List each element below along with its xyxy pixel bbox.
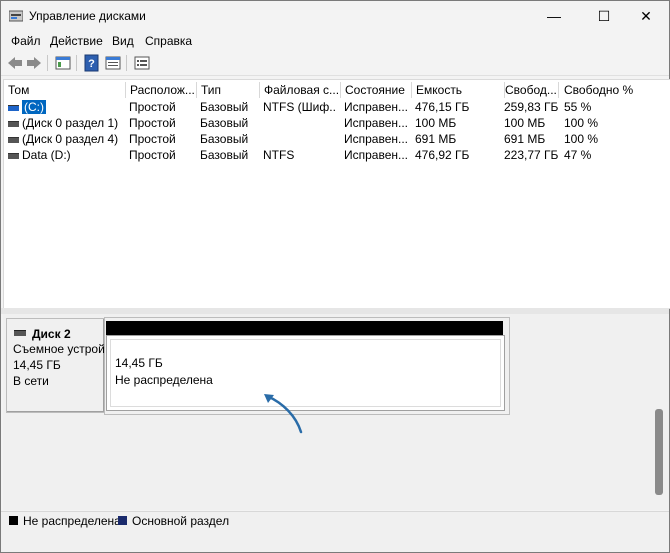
volume-icon bbox=[8, 105, 19, 111]
capacity-cell: 691 МБ bbox=[415, 132, 457, 146]
layout-cell: Простой bbox=[129, 116, 176, 130]
title-bar: Управление дисками — ☐ ✕ bbox=[1, 1, 669, 31]
volume-icon bbox=[8, 121, 19, 127]
toolbar-separator bbox=[76, 55, 77, 71]
disk-icon bbox=[14, 330, 26, 336]
disk-info-box[interactable]: Диск 2 Съемное устрой 14,45 ГБ В сети bbox=[6, 318, 105, 413]
type-cell: Базовый bbox=[200, 132, 249, 146]
capacity-cell: 476,92 ГБ bbox=[415, 148, 470, 162]
column-header-status[interactable]: Состояние bbox=[341, 82, 412, 98]
column-header-free-percent[interactable]: Свободно % bbox=[560, 82, 664, 98]
free-space-cell: 259,83 ГБ bbox=[504, 100, 559, 114]
unallocated-bar bbox=[106, 321, 503, 335]
disk-type: Съемное устрой bbox=[13, 342, 105, 356]
status-cell: Исправен... bbox=[344, 100, 409, 114]
free-percent-cell: 100 % bbox=[564, 132, 599, 146]
capacity-cell: 476,15 ГБ bbox=[415, 100, 470, 114]
disk-management-window: Управление дисками — ☐ ✕ Файл Действие В… bbox=[0, 0, 670, 553]
disk-graph-panel[interactable]: Диск 2 Съемное устрой 14,45 ГБ В сети 14… bbox=[3, 314, 669, 510]
column-header-layout[interactable]: Располож... bbox=[126, 82, 197, 98]
volume-name: (Диск 0 раздел 1) bbox=[22, 116, 119, 130]
free-space-cell: 691 МБ bbox=[504, 132, 546, 146]
capacity-cell: 100 МБ bbox=[415, 116, 457, 130]
legend-bar: Не распределена Основной раздел bbox=[1, 511, 669, 552]
vertical-scrollbar[interactable] bbox=[655, 409, 663, 495]
legend-swatch-primary bbox=[118, 516, 127, 525]
type-cell: Базовый bbox=[200, 116, 249, 130]
volume-icon bbox=[8, 137, 19, 143]
disk-management-app-icon bbox=[9, 10, 23, 22]
column-header-type[interactable]: Тип bbox=[197, 82, 260, 98]
disk-name: Диск 2 bbox=[32, 327, 71, 341]
toolbar-separator bbox=[47, 55, 48, 71]
window-title: Управление дисками bbox=[29, 9, 146, 23]
partition-size: 14,45 ГБ bbox=[115, 356, 163, 370]
status-cell: Исправен... bbox=[344, 132, 409, 146]
legend-label-primary: Основной раздел bbox=[132, 514, 230, 528]
help-icon[interactable]: ? bbox=[83, 54, 101, 72]
svg-text:?: ? bbox=[88, 58, 95, 70]
toolbar-separator bbox=[126, 55, 127, 71]
properties-icon[interactable] bbox=[54, 54, 72, 72]
type-cell: Базовый bbox=[200, 100, 249, 114]
volume-icon bbox=[8, 153, 19, 159]
pointer-arrow-icon bbox=[264, 394, 303, 434]
table-row[interactable]: (Диск 0 раздел 1) Простой Базовый Исправ… bbox=[4, 115, 668, 131]
minimize-icon: — bbox=[547, 8, 561, 24]
free-space-cell: 223,77 ГБ bbox=[504, 148, 559, 162]
legend-swatch-unallocated bbox=[9, 516, 18, 525]
menu-action[interactable]: Действие bbox=[50, 34, 103, 48]
volume-name: Data (D:) bbox=[22, 148, 71, 162]
free-percent-cell: 100 % bbox=[564, 116, 599, 130]
layout-cell: Простой bbox=[129, 148, 176, 162]
forward-arrow-icon[interactable] bbox=[25, 54, 43, 72]
status-cell: Исправен... bbox=[344, 148, 409, 162]
disk-size: 14,45 ГБ bbox=[13, 358, 61, 372]
legend-label-unallocated: Не распределена bbox=[23, 514, 121, 528]
table-row[interactable]: (C:) Простой Базовый NTFS (Шиф... Исправ… bbox=[4, 99, 668, 115]
disk-status: В сети bbox=[13, 374, 49, 388]
filesystem-cell: NTFS bbox=[263, 148, 295, 162]
partition-label: Не распределена bbox=[115, 373, 213, 387]
maximize-button[interactable]: ☐ bbox=[581, 1, 627, 31]
volume-name: (Диск 0 раздел 4) bbox=[22, 132, 119, 146]
volume-list[interactable]: Том Располож... Тип Файловая с... Состоя… bbox=[3, 79, 670, 309]
maximize-icon: ☐ bbox=[597, 7, 611, 24]
status-cell: Исправен... bbox=[344, 116, 409, 130]
close-button[interactable]: ✕ bbox=[623, 1, 669, 31]
menu-help[interactable]: Справка bbox=[145, 34, 192, 48]
column-header-volume[interactable]: Том bbox=[4, 82, 126, 98]
menu-file[interactable]: Файл bbox=[11, 34, 41, 48]
settings-list-icon[interactable] bbox=[133, 54, 151, 72]
column-header-free-space[interactable]: Свобод... bbox=[501, 82, 559, 98]
volume-name: (C:) bbox=[22, 100, 46, 114]
layout-cell: Простой bbox=[129, 100, 176, 114]
toolbar: ? bbox=[1, 51, 669, 76]
free-space-cell: 100 МБ bbox=[504, 116, 546, 130]
minimize-button[interactable]: — bbox=[531, 1, 577, 31]
menu-view[interactable]: Вид bbox=[112, 34, 134, 48]
column-header-capacity[interactable]: Емкость bbox=[412, 82, 505, 98]
back-arrow-icon[interactable] bbox=[6, 54, 24, 72]
column-header-filesystem[interactable]: Файловая с... bbox=[260, 82, 341, 98]
table-row[interactable]: (Диск 0 раздел 4) Простой Базовый Исправ… bbox=[4, 131, 668, 147]
free-percent-cell: 47 % bbox=[564, 148, 592, 162]
filesystem-cell: NTFS (Шиф... bbox=[263, 100, 335, 114]
layout-cell: Простой bbox=[129, 132, 176, 146]
disk-list-icon[interactable] bbox=[104, 54, 122, 72]
table-row[interactable]: Data (D:) Простой Базовый NTFS Исправен.… bbox=[4, 147, 668, 163]
free-percent-cell: 55 % bbox=[564, 100, 592, 114]
close-icon: ✕ bbox=[640, 7, 652, 24]
type-cell: Базовый bbox=[200, 148, 249, 162]
menu-bar: Файл Действие Вид Справка bbox=[1, 31, 669, 51]
